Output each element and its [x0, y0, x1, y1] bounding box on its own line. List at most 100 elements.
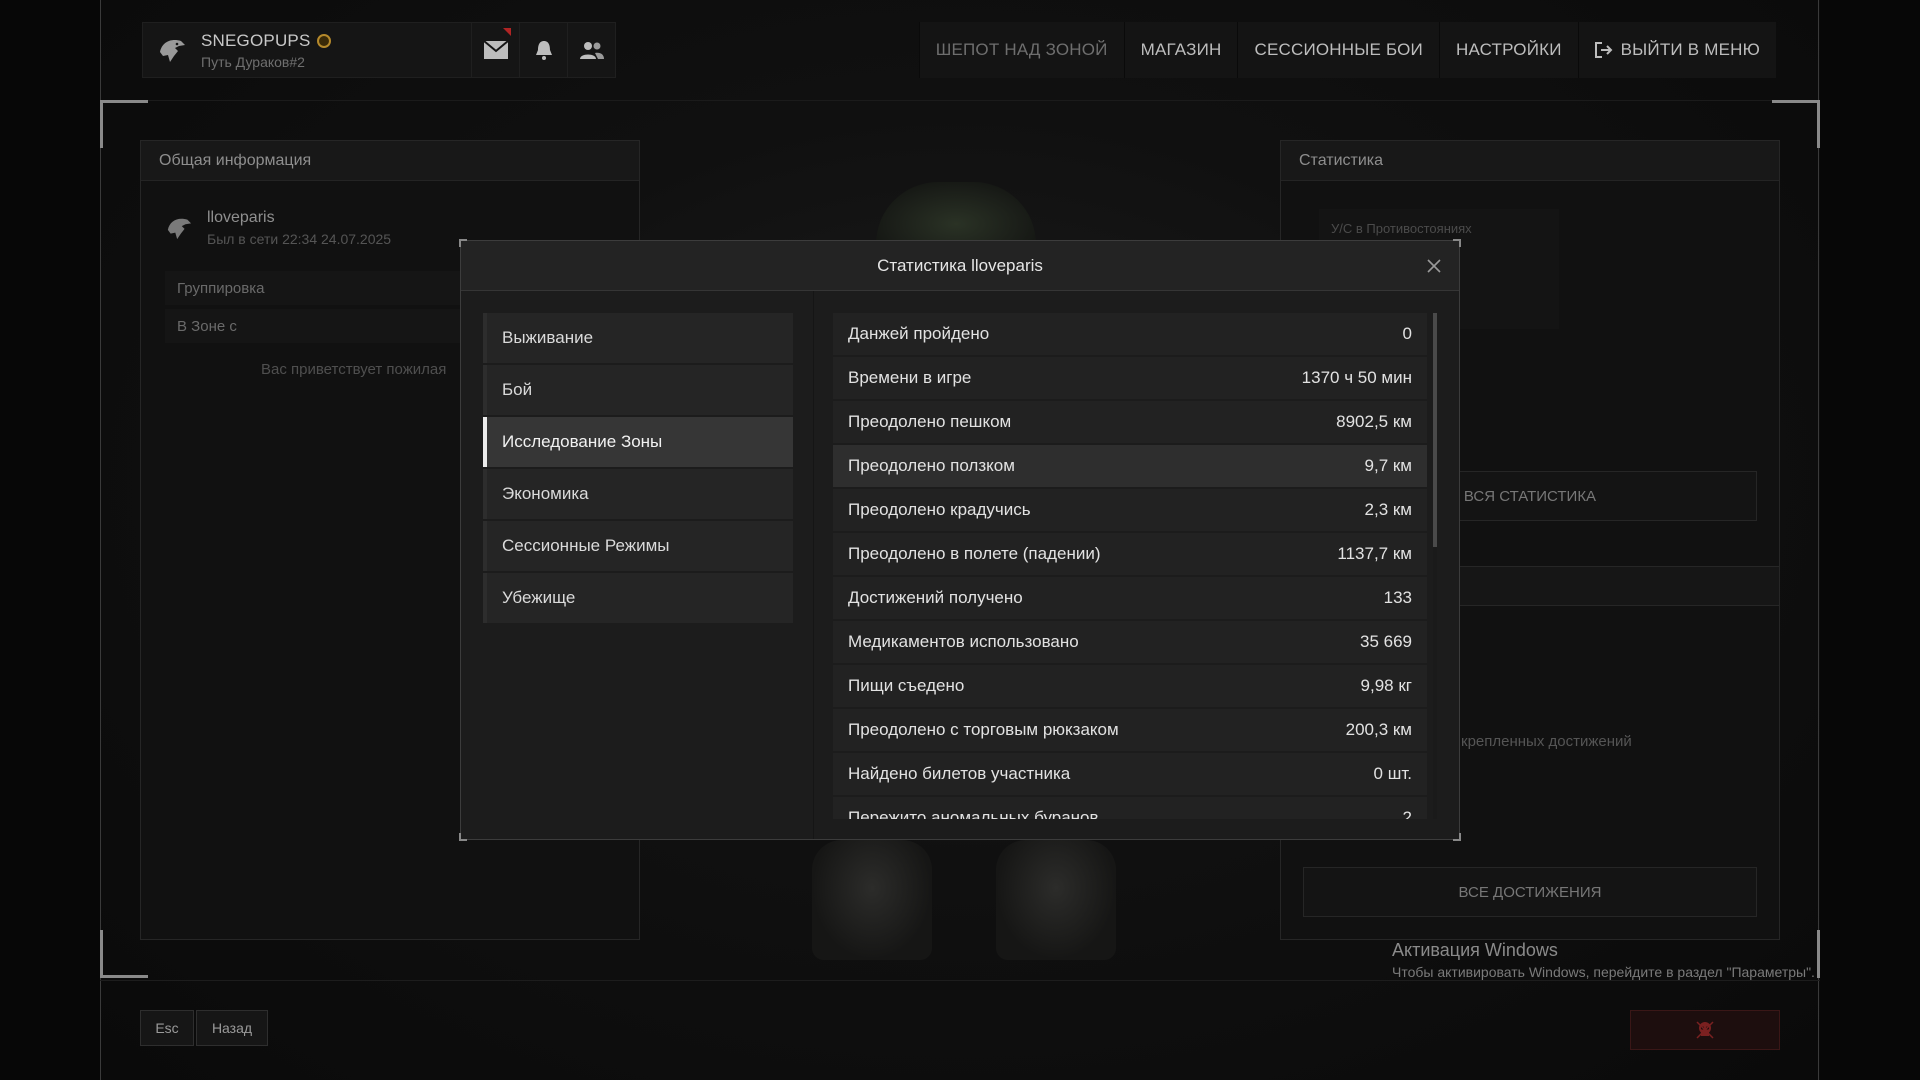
- stat-label: Преодолено ползком: [848, 456, 1015, 475]
- stat-label: Медикаментов использовано: [848, 632, 1079, 651]
- category-survival[interactable]: Выживание: [483, 313, 793, 363]
- eagle-icon: [143, 22, 201, 78]
- skull-icon: [1696, 1021, 1714, 1039]
- stat-label: Времени в игре: [848, 368, 972, 387]
- stat-value: 0: [1402, 324, 1412, 343]
- stat-row: Преодолено крадучись 2,3 км: [833, 489, 1427, 531]
- modal-corner: [1453, 833, 1461, 841]
- rank-badge-icon: [316, 33, 331, 48]
- stat-value: 8902,5 км: [1336, 412, 1412, 431]
- stats-scrollbar[interactable]: [1433, 313, 1437, 819]
- stat-label: Достижений получено: [848, 588, 1023, 607]
- stat-row: Времени в игре 1370 ч 50 мин: [833, 357, 1427, 399]
- windows-activation-title: Активация Windows: [1392, 940, 1558, 960]
- top-nav: ШЕПОТ НАД ЗОНОЙ МАГАЗИН СЕССИОННЫЕ БОИ Н…: [918, 22, 1776, 78]
- close-icon: [1427, 259, 1441, 273]
- mail-button[interactable]: [471, 22, 519, 78]
- frame-corner-tr-v: [1817, 100, 1820, 148]
- friends-icon: [579, 42, 604, 59]
- character-boot-left: [812, 840, 932, 960]
- windows-activation-subtitle: Чтобы активировать Windows, перейдите в …: [1392, 964, 1815, 980]
- left-user-info: lloveparis Был в сети 22:34 24.07.2025: [165, 209, 391, 247]
- friends-button[interactable]: [567, 22, 615, 78]
- stat-row: Преодолено в полете (падении) 1137,7 км: [833, 533, 1427, 575]
- statistics-title: Статистика: [1281, 141, 1779, 181]
- greeting-text: Вас приветствует пожилая: [261, 361, 447, 378]
- notifications-button[interactable]: [519, 22, 567, 78]
- exit-icon: [1594, 42, 1613, 58]
- nav-item-session-battles[interactable]: СЕССИОННЫЕ БОИ: [1237, 22, 1439, 78]
- frame-corner-tl: [100, 100, 148, 103]
- stat-label: Преодолено с торговым рюкзаком: [848, 720, 1119, 739]
- stat-label: Пищи съедено: [848, 676, 965, 695]
- profile-box[interactable]: SNEGOPUPS Путь Дураков#2: [142, 22, 616, 78]
- pinned-achievements-text: крепленных достижений: [1461, 733, 1632, 750]
- statistics-modal: Статистика lloveparis Выживание Бой Иссл…: [459, 239, 1461, 841]
- exit-to-menu-button[interactable]: ВЫЙТИ В МЕНЮ: [1577, 22, 1776, 78]
- stat-row: Медикаментов использовано 35 669: [833, 621, 1427, 663]
- left-user-last-seen: Был в сети 22:34 24.07.2025: [207, 231, 392, 247]
- frame-corner-br-v: [1817, 930, 1820, 978]
- stat-value: 2,3 км: [1364, 500, 1412, 519]
- stat-value: 133: [1383, 588, 1412, 607]
- nav-item-whisper[interactable]: ШЕПОТ НАД ЗОНОЙ: [918, 22, 1124, 78]
- stat-value: 1137,7 км: [1337, 544, 1412, 563]
- left-user-name: lloveparis: [207, 209, 275, 226]
- stat-row: Данжей пройдено 0: [833, 313, 1427, 355]
- close-button[interactable]: [1423, 255, 1445, 277]
- stat-row: Пищи съедено 9,98 кг: [833, 665, 1427, 707]
- modal-divider: [813, 291, 814, 839]
- category-combat[interactable]: Бой: [483, 365, 793, 415]
- stat-value: 9,7 км: [1364, 456, 1412, 475]
- stat-value: 2: [1402, 808, 1412, 819]
- modal-corner: [459, 239, 467, 247]
- stat-row: Достижений получено 133: [833, 577, 1427, 619]
- exit-label: ВЫЙТИ В МЕНЮ: [1620, 40, 1760, 59]
- category-session-modes[interactable]: Сессионные Режимы: [483, 521, 793, 571]
- profile-subtitle: Путь Дураков#2: [201, 53, 305, 70]
- stat-value: 200,3 км: [1345, 720, 1412, 739]
- stat-label: Преодолено пешком: [848, 412, 1012, 431]
- stat-row: Пережито аномальных буранов 2: [833, 797, 1427, 819]
- stat-label: Преодолено в полете (падении): [848, 544, 1101, 563]
- stat-row: Преодолено пешком 8902,5 км: [833, 401, 1427, 443]
- general-info-title: Общая информация: [141, 141, 639, 181]
- nav-item-settings[interactable]: НАСТРОЙКИ: [1438, 22, 1578, 78]
- frame-top-line: [100, 100, 1820, 101]
- character-boot-right: [996, 840, 1116, 960]
- modal-title: Статистика lloveparis: [877, 255, 1043, 275]
- stat-value: 9,98 кг: [1360, 676, 1412, 695]
- esc-key[interactable]: Esc: [140, 1010, 194, 1046]
- stat-row: Найдено билетов участника 0 шт.: [833, 753, 1427, 795]
- category-economy[interactable]: Экономика: [483, 469, 793, 519]
- profile-name: SNEGOPUPS: [201, 30, 311, 50]
- modal-corner: [1453, 239, 1461, 247]
- category-zone-exploration[interactable]: Исследование Зоны: [483, 417, 793, 467]
- stat-label: Данжей пройдено: [848, 324, 990, 343]
- stat-value: 0 шт.: [1373, 764, 1412, 783]
- stat-label: Пережито аномальных буранов: [848, 808, 1099, 819]
- eagle-icon: [167, 218, 192, 240]
- category-list: Выживание Бой Исследование Зоны Экономик…: [483, 313, 793, 625]
- scrollbar-thumb[interactable]: [1433, 313, 1437, 547]
- stat-value: 1370 ч 50 мин: [1301, 368, 1412, 387]
- all-achievements-button[interactable]: ВСЕ ДОСТИЖЕНИЯ: [1303, 867, 1757, 917]
- nav-item-shop[interactable]: МАГАЗИН: [1123, 22, 1238, 78]
- bottom-divider: [100, 980, 1820, 981]
- frame-right-line: [1818, 0, 1819, 1080]
- frame-corner-tl-v: [100, 100, 103, 148]
- back-button[interactable]: Назад: [196, 1010, 268, 1046]
- modal-corner: [459, 833, 467, 841]
- bell-icon: [535, 41, 552, 60]
- stat-value: 35 669: [1360, 632, 1412, 651]
- stats-list[interactable]: Данжей пройдено 0 Времени в игре 1370 ч 50…: [833, 313, 1427, 819]
- category-shelter[interactable]: Убежище: [483, 573, 793, 623]
- stat-row: Преодолено с торговым рюкзаком 200,3 км: [833, 709, 1427, 751]
- stat-row: Преодолено ползком 9,7 км: [833, 445, 1427, 487]
- frame-left-line: [100, 0, 101, 1080]
- unread-indicator: [503, 28, 511, 36]
- frame-corner-bl: [100, 975, 148, 978]
- frame-corner-bl-v: [100, 930, 103, 978]
- quit-button[interactable]: [1630, 1010, 1780, 1050]
- stat-label: Найдено билетов участника: [848, 764, 1071, 783]
